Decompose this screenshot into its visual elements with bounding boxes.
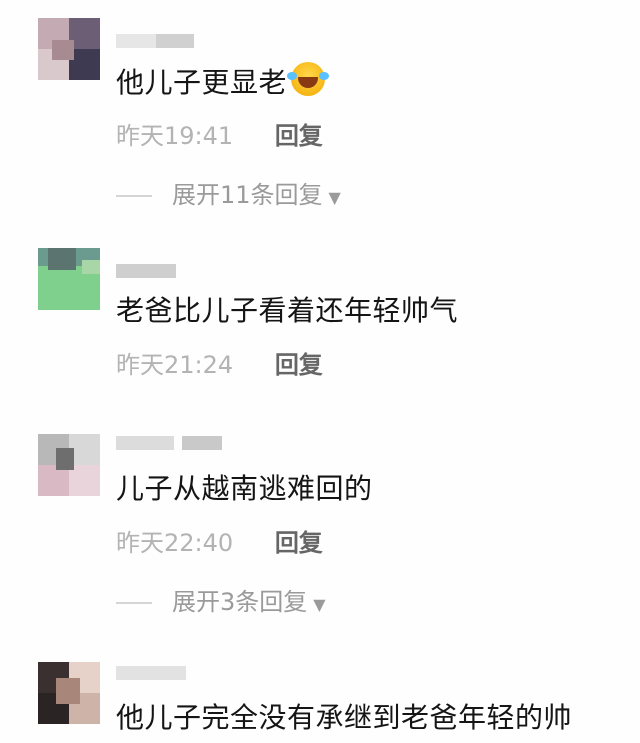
reply-button[interactable]: 回复 xyxy=(275,529,323,557)
comment-body: 老爸比儿子看着还年轻帅气 xyxy=(116,294,459,327)
comment-body: 他儿子完全没有承继到老爸年轻的帅 xyxy=(116,701,573,734)
expand-replies-button[interactable]: 展开3条回复 ▼ xyxy=(116,587,326,620)
caret-down-icon: ▼ xyxy=(313,595,326,614)
avatar[interactable] xyxy=(38,248,100,310)
reply-button[interactable]: 回复 xyxy=(275,122,323,150)
comment-meta: 昨天21:24 回复 xyxy=(116,350,323,380)
username-blurred[interactable] xyxy=(116,436,222,450)
comment-text: 儿子从越南逃难回的 xyxy=(116,471,373,507)
avatar[interactable] xyxy=(38,434,100,496)
username-blurred[interactable] xyxy=(116,34,194,48)
timestamp: 昨天22:40 xyxy=(116,529,234,557)
username-blurred[interactable] xyxy=(116,264,176,278)
divider xyxy=(116,195,152,197)
comment-text: 他儿子完全没有承继到老爸年轻的帅 xyxy=(116,700,572,736)
expand-replies-label: 展开3条回复 xyxy=(172,588,308,616)
caret-down-icon: ▼ xyxy=(328,188,341,207)
expand-replies-button[interactable]: 展开11条回复 ▼ xyxy=(116,180,341,213)
comment-meta: 昨天22:40 回复 xyxy=(116,528,323,558)
reply-button[interactable]: 回复 xyxy=(275,351,323,379)
comment-text: 他儿子更显老 xyxy=(116,62,326,101)
username-blurred[interactable] xyxy=(116,666,186,680)
comment-text: 老爸比儿子看着还年轻帅气 xyxy=(116,293,458,329)
comment-meta: 昨天19:41 回复 xyxy=(116,121,323,151)
avatar[interactable] xyxy=(38,662,100,724)
comment-body: 儿子从越南逃难回的 xyxy=(116,472,373,505)
divider xyxy=(116,602,152,604)
expand-replies-label: 展开11条回复 xyxy=(172,181,323,209)
avatar[interactable] xyxy=(38,18,100,80)
comment-body: 他儿子更显老 xyxy=(116,66,288,99)
timestamp: 昨天19:41 xyxy=(116,122,234,150)
laughing-crying-emoji-icon xyxy=(287,62,326,96)
timestamp: 昨天21:24 xyxy=(116,351,234,379)
